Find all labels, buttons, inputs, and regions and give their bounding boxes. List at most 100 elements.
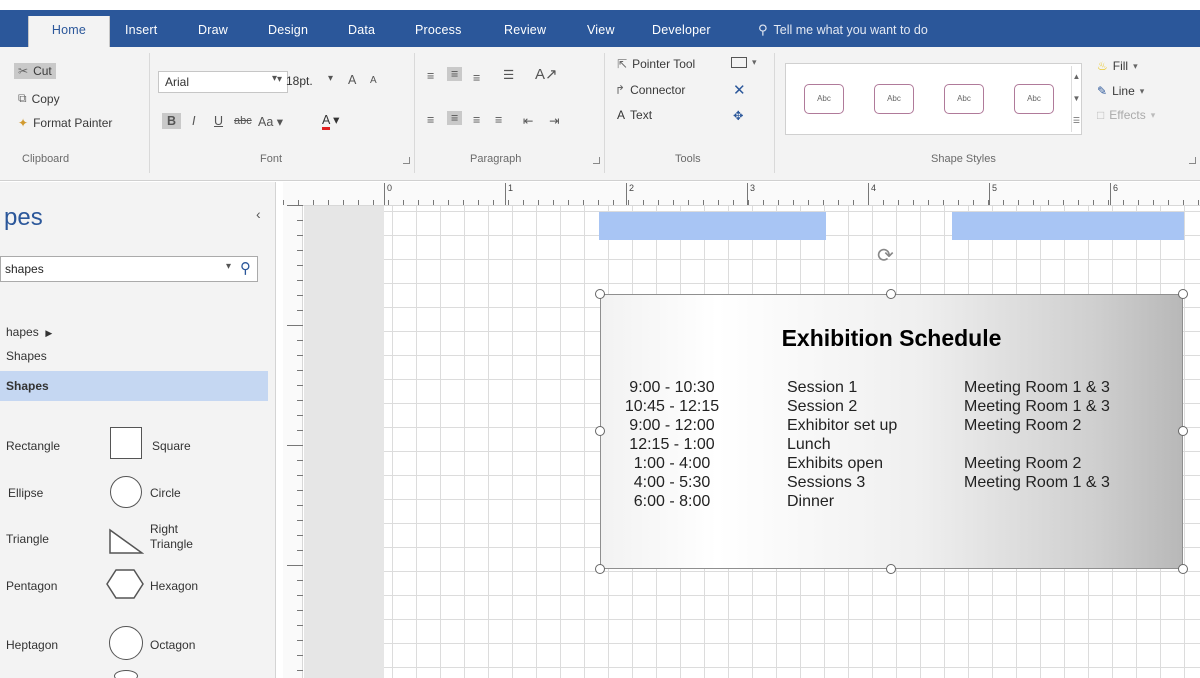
rectangle-tool-button[interactable]: ▾: [731, 57, 757, 68]
ruler-tick: [1168, 200, 1169, 205]
dialog-launcher-icon[interactable]: [1189, 157, 1196, 164]
ruler-tick: [287, 445, 303, 446]
format-painter-button[interactable]: ✦ Format Painter: [18, 116, 112, 130]
gallery-scroll[interactable]: ▲ ▼ ☰: [1071, 66, 1081, 132]
chevron-down-icon[interactable]: ▾: [226, 261, 231, 272]
cut-button[interactable]: ✂ Cut: [14, 63, 56, 79]
search-icon[interactable]: ⚲: [240, 259, 251, 277]
style-swatch[interactable]: Abc: [874, 84, 914, 114]
tab-design[interactable]: Design: [268, 23, 308, 37]
tab-home[interactable]: Home: [28, 16, 110, 47]
cylinder-shape-icon[interactable]: [114, 670, 138, 678]
square-shape-icon[interactable]: [110, 427, 142, 459]
font-name-combo[interactable]: Arial ▾: [158, 71, 288, 93]
style-swatch[interactable]: Abc: [804, 84, 844, 114]
tab-insert[interactable]: Insert: [125, 23, 157, 37]
font-color-button[interactable]: A ▾: [322, 112, 339, 130]
justify-icon[interactable]: ≡: [495, 113, 502, 127]
schedule-event: Exhibitor set up: [787, 417, 898, 434]
ruler-number: 1: [508, 183, 514, 193]
dialog-launcher-icon[interactable]: [403, 157, 410, 164]
ruler-tick: [297, 610, 303, 611]
stencil-right-triangle[interactable]: Right Triangle: [150, 522, 210, 552]
tab-developer[interactable]: Developer: [652, 23, 711, 37]
right-triangle-shape-icon[interactable]: [108, 527, 144, 555]
increase-indent-icon[interactable]: ⇥: [549, 113, 559, 128]
stencil-square[interactable]: Square: [152, 439, 191, 453]
tab-process[interactable]: Process: [415, 23, 462, 37]
exhibition-schedule-shape[interactable]: Exhibition Schedule 9:00 - 10:30 Session …: [600, 294, 1183, 569]
basic-shapes-item[interactable]: Shapes: [0, 371, 268, 401]
stencil-octagon[interactable]: Octagon: [150, 638, 195, 652]
change-case-button[interactable]: Aa ▾: [258, 114, 283, 129]
ruler-tick: [958, 200, 959, 205]
stencil-triangle[interactable]: Triangle: [6, 532, 49, 546]
tab-review[interactable]: Review: [504, 23, 546, 37]
ruler-major-tick: [989, 183, 990, 205]
stencil-hexagon[interactable]: Hexagon: [150, 579, 198, 593]
rotation-handle-icon[interactable]: ⟳: [877, 243, 894, 268]
align-bottom-icon[interactable]: ≡: [473, 71, 480, 85]
text-direction-icon[interactable]: A↗: [535, 65, 558, 83]
dialog-launcher-icon[interactable]: [593, 157, 600, 164]
effects-button[interactable]: □ Effects ▾: [1097, 108, 1155, 122]
fill-button[interactable]: ♨ Fill ▾: [1097, 59, 1138, 73]
bullets-icon[interactable]: ☰: [503, 67, 514, 82]
copy-button[interactable]: ⧉ Copy: [18, 91, 60, 106]
resize-handle-bottom-right[interactable]: [1178, 564, 1188, 574]
stencil-circle[interactable]: Circle: [150, 486, 181, 500]
resize-handle-left[interactable]: [595, 426, 605, 436]
grow-font-button[interactable]: A: [348, 73, 356, 87]
strikethrough-button[interactable]: abc: [234, 115, 252, 127]
resize-handle-top-right[interactable]: [1178, 289, 1188, 299]
schedule-time: 9:00 - 12:00: [629, 417, 715, 434]
tab-view[interactable]: View: [587, 23, 615, 37]
ruler-number: 4: [871, 183, 877, 193]
ruler-tick: [478, 200, 479, 205]
resize-handle-bottom-left[interactable]: [595, 564, 605, 574]
style-swatch[interactable]: Abc: [944, 84, 984, 114]
connector-button[interactable]: ↱ Connector: [615, 83, 685, 97]
ruler-tick: [583, 200, 584, 205]
ruler-tick: [1123, 200, 1124, 205]
align-left-icon[interactable]: ≡: [427, 113, 434, 127]
shrink-font-button[interactable]: A: [370, 75, 377, 86]
italic-button[interactable]: I: [192, 114, 195, 128]
resize-handle-top[interactable]: [886, 289, 896, 299]
stencil-ellipse[interactable]: Ellipse: [8, 486, 43, 500]
circle-shape-icon[interactable]: [110, 476, 142, 508]
banner-shape-right[interactable]: [952, 212, 1184, 240]
pointer-tool-button[interactable]: ⇱ Pointer Tool: [617, 57, 695, 71]
align-right-icon[interactable]: ≡: [473, 113, 480, 127]
tab-draw[interactable]: Draw: [198, 23, 228, 37]
style-swatch[interactable]: Abc: [1014, 84, 1054, 114]
bold-button[interactable]: B: [162, 113, 182, 129]
more-shapes-item[interactable]: hapes ▶: [6, 325, 52, 339]
banner-shape-left[interactable]: [599, 212, 826, 240]
tab-data[interactable]: Data: [348, 23, 375, 37]
line-button[interactable]: ✎ Line ▾: [1097, 84, 1144, 98]
text-tool-button[interactable]: A Text: [617, 108, 652, 122]
resize-handle-top-left[interactable]: [595, 289, 605, 299]
decrease-indent-icon[interactable]: ⇤: [523, 113, 533, 128]
resize-handle-bottom[interactable]: [886, 564, 896, 574]
align-center-icon[interactable]: ≡: [447, 111, 463, 125]
ruler-number: 3: [750, 183, 756, 193]
connection-point-icon[interactable]: ✥: [733, 108, 743, 123]
search-shapes-input[interactable]: shapes ▾ ⚲: [0, 256, 258, 282]
underline-button[interactable]: U: [214, 114, 223, 128]
align-top-icon[interactable]: ≡: [427, 69, 434, 83]
tell-me-box[interactable]: ⚲ Tell me what you want to do: [758, 22, 928, 38]
stencil-heptagon[interactable]: Heptagon: [6, 638, 58, 652]
align-middle-icon[interactable]: ≡: [447, 67, 463, 81]
octagon-shape-icon[interactable]: [109, 626, 143, 660]
stencil-pentagon[interactable]: Pentagon: [6, 579, 57, 593]
close-icon[interactable]: ✕: [733, 81, 746, 99]
chevron-down-icon: ▾: [1150, 109, 1156, 120]
resize-handle-right[interactable]: [1178, 426, 1188, 436]
quick-shapes-item[interactable]: Shapes: [6, 349, 47, 363]
font-size-combo[interactable]: ▾ 18pt. ▾: [272, 71, 338, 93]
chevron-left-icon[interactable]: ‹: [256, 206, 261, 222]
hexagon-shape-icon[interactable]: [106, 568, 144, 600]
stencil-rectangle[interactable]: Rectangle: [6, 439, 60, 453]
